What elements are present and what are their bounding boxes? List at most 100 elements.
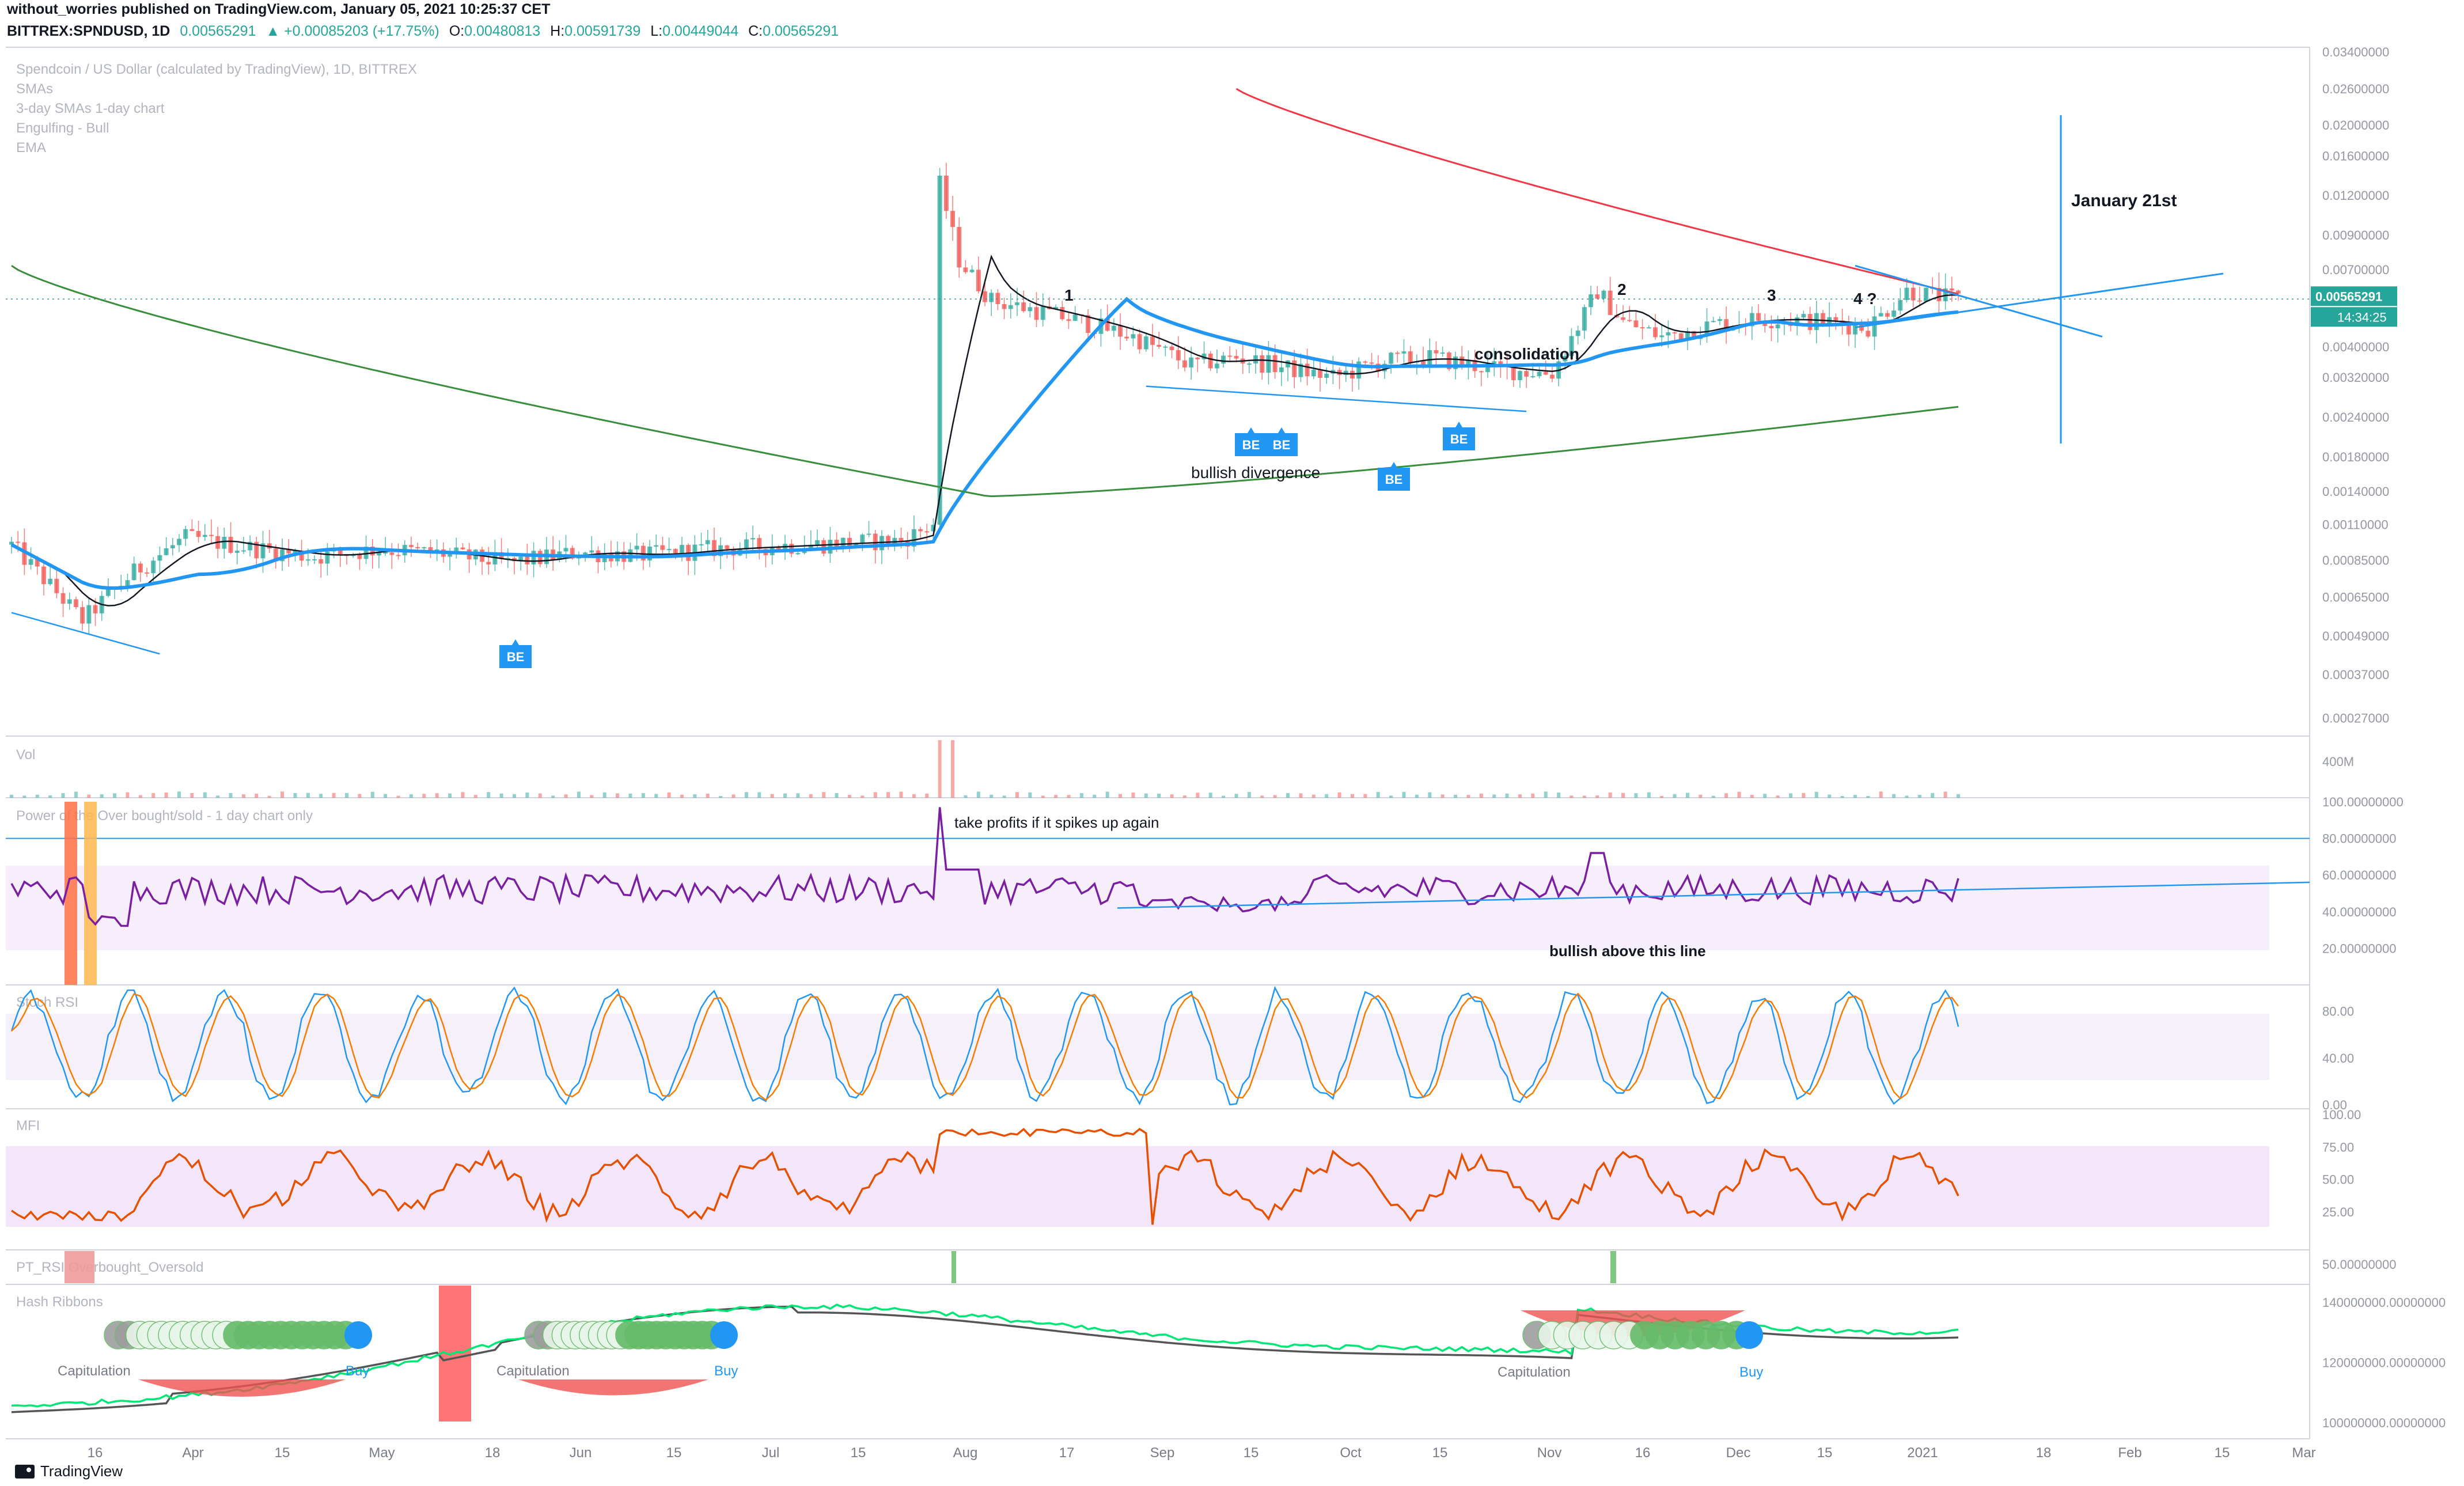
candle-body [1575, 330, 1580, 336]
candle-body [86, 605, 92, 624]
price-tick-label: 0.00027000 [2322, 711, 2389, 726]
chart-title: Spendcoin / US Dollar (calculated by Tra… [16, 62, 417, 77]
candle-body [860, 534, 865, 544]
chart-canvas[interactable]: Spendcoin / US Dollar (calculated by Tra… [0, 0, 2464, 1486]
volume-bar [280, 791, 285, 798]
be-label: BE [507, 650, 525, 664]
mfi-axis-label: 100.00 [2322, 1108, 2361, 1122]
candle-body [1917, 300, 1922, 302]
bullish-divergence-label: bullish divergence [1191, 464, 1320, 482]
candle-body [969, 270, 975, 272]
time-tick-label: 18 [2036, 1445, 2052, 1461]
volume-bar [306, 793, 310, 798]
candle-body [660, 545, 665, 550]
pt-axis-label: 50.00000000 [2322, 1257, 2396, 1272]
stoch-axis-label: 40.00 [2322, 1051, 2354, 1066]
volume-bar [61, 793, 65, 798]
volume-bar [241, 794, 245, 798]
volume-bar [1931, 793, 1935, 798]
pt-oversold-bar [65, 1251, 94, 1283]
price-tick-label: 0.02600000 [2322, 82, 2389, 96]
volume-bar [461, 792, 465, 798]
published-by: without_worries published on TradingView… [7, 1, 551, 17]
candle-body [157, 555, 162, 561]
candle-body [1646, 327, 1651, 329]
candle-body [305, 559, 310, 561]
wave-4: 4 ? [1853, 290, 1877, 308]
candle-body [976, 270, 981, 291]
volume-bar [384, 794, 388, 798]
volume-bar [822, 792, 826, 798]
volume-bar [847, 795, 851, 798]
time-tick-label: 16 [88, 1445, 103, 1461]
tradingview-brand[interactable]: TradingView [15, 1462, 123, 1480]
time-tick-label: Mar [2292, 1445, 2315, 1461]
volume-bar [1608, 792, 1612, 798]
candle-body [1517, 371, 1522, 381]
volume-bar [1582, 795, 1586, 798]
volume-bar [1634, 793, 1638, 798]
candle-body [16, 541, 21, 543]
volume-bar [964, 795, 968, 798]
candle-body [1814, 313, 1819, 331]
candle-body [1427, 350, 1432, 366]
candle-body [1898, 300, 1903, 311]
time-tick-label: 15 [1244, 1445, 1259, 1461]
rsi-axis-label: 20.00000000 [2322, 941, 2396, 956]
price-tick-label: 0.02000000 [2322, 118, 2389, 132]
volume-bar [1750, 794, 1754, 798]
buy-label: Buy [346, 1363, 369, 1379]
candle-body [1317, 369, 1322, 378]
candle-body [1775, 324, 1780, 328]
volume-bar [1737, 791, 1741, 798]
time-tick-label: Sep [1150, 1445, 1175, 1461]
volume-bar [1840, 795, 1844, 798]
candle-body [383, 552, 388, 554]
candle-body [1060, 306, 1065, 320]
candle-body [1246, 363, 1252, 365]
candle-body [145, 572, 150, 574]
candle-body [1266, 355, 1271, 373]
volume-bar [1853, 795, 1857, 798]
candle-body [1221, 355, 1226, 364]
candle-body [196, 530, 201, 537]
pt-signal-bar [952, 1251, 956, 1283]
rsi-title: Power of the Over bought/sold - 1 day ch… [16, 808, 313, 824]
candle-body [1163, 346, 1168, 348]
volume-bar [1763, 794, 1767, 798]
wave-3: 3 [1767, 286, 1776, 304]
candle-body [1292, 360, 1297, 377]
hash-buy-dot [710, 1321, 738, 1349]
candle-body [1208, 353, 1213, 369]
buy-label: Buy [714, 1363, 738, 1379]
volume-bar [938, 740, 942, 798]
candle-body [750, 538, 756, 540]
candle-body [815, 540, 820, 545]
volume-bar [1428, 792, 1432, 798]
candle-body [1608, 290, 1613, 315]
volume-bar [1182, 795, 1186, 798]
volume-bar [190, 793, 194, 798]
legend-item: 3-day SMAs 1-day chart [16, 101, 165, 116]
price-tick-label: 0.00037000 [2322, 668, 2389, 682]
volume-bar [628, 793, 632, 798]
candle-body [725, 545, 730, 549]
candle-body [138, 563, 143, 573]
time-tick-label: 15 [2215, 1445, 2230, 1461]
volume-bar [151, 793, 156, 798]
volume-bar [1234, 794, 1238, 798]
candle-body [60, 593, 66, 604]
time-tick-label: 15 [275, 1445, 290, 1461]
price-tick-label: 0.00140000 [2322, 484, 2389, 499]
volume-bar [1002, 795, 1006, 798]
volume-bar [74, 791, 78, 798]
candle-body [1356, 361, 1362, 379]
candle-body [1852, 324, 1858, 335]
volume-bar [1492, 794, 1496, 798]
volume-bar [332, 793, 336, 798]
volume-bar [1350, 794, 1354, 798]
volume-bar [1325, 794, 1329, 798]
candle-body [924, 531, 930, 533]
candle-body [1672, 332, 1677, 333]
volume-bar [1647, 792, 1651, 798]
